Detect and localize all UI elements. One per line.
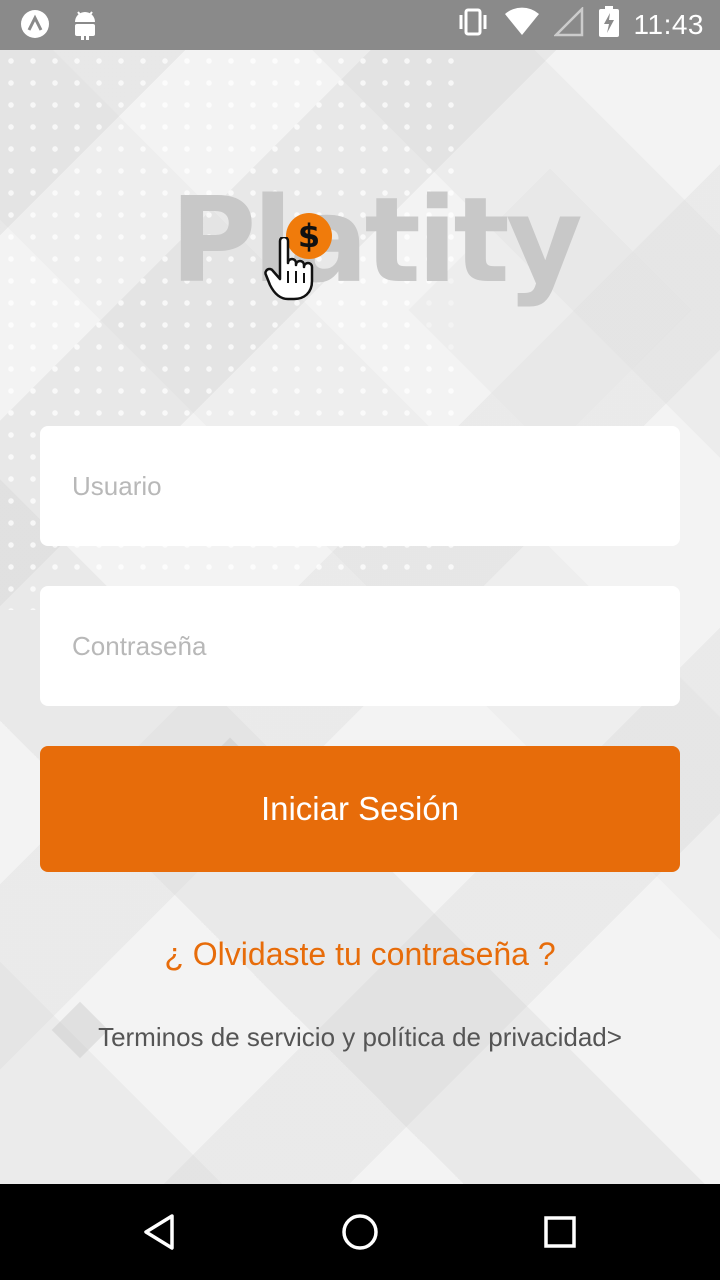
battery-charging-icon: [598, 6, 620, 43]
terms-link[interactable]: Terminos de servicio y política de priva…: [0, 1022, 720, 1053]
app-logo: Platity $: [170, 165, 583, 315]
home-icon[interactable]: [336, 1208, 384, 1256]
no-signal-icon: [552, 5, 584, 42]
login-button[interactable]: Iniciar Sesión: [40, 746, 680, 872]
android-icon: [72, 8, 98, 45]
forgot-password-link[interactable]: ¿ Olvidaste tu contraseña ?: [0, 936, 720, 973]
clock: 11:43: [633, 8, 704, 40]
logo-text: Platity: [170, 171, 583, 309]
login-screen: Platity $ Iniciar Sesión ¿ Olvidaste tu …: [0, 50, 720, 1184]
back-icon[interactable]: [136, 1208, 184, 1256]
notification-a-icon: [20, 9, 50, 44]
status-bar: 11:43: [0, 0, 720, 50]
username-field[interactable]: [40, 426, 680, 546]
recents-icon[interactable]: [536, 1208, 584, 1256]
navigation-bar: [0, 1184, 720, 1280]
password-field[interactable]: [40, 586, 680, 706]
pointer-hand-icon: [264, 235, 320, 306]
wifi-icon: [504, 7, 540, 42]
vibrate-icon: [456, 7, 490, 42]
